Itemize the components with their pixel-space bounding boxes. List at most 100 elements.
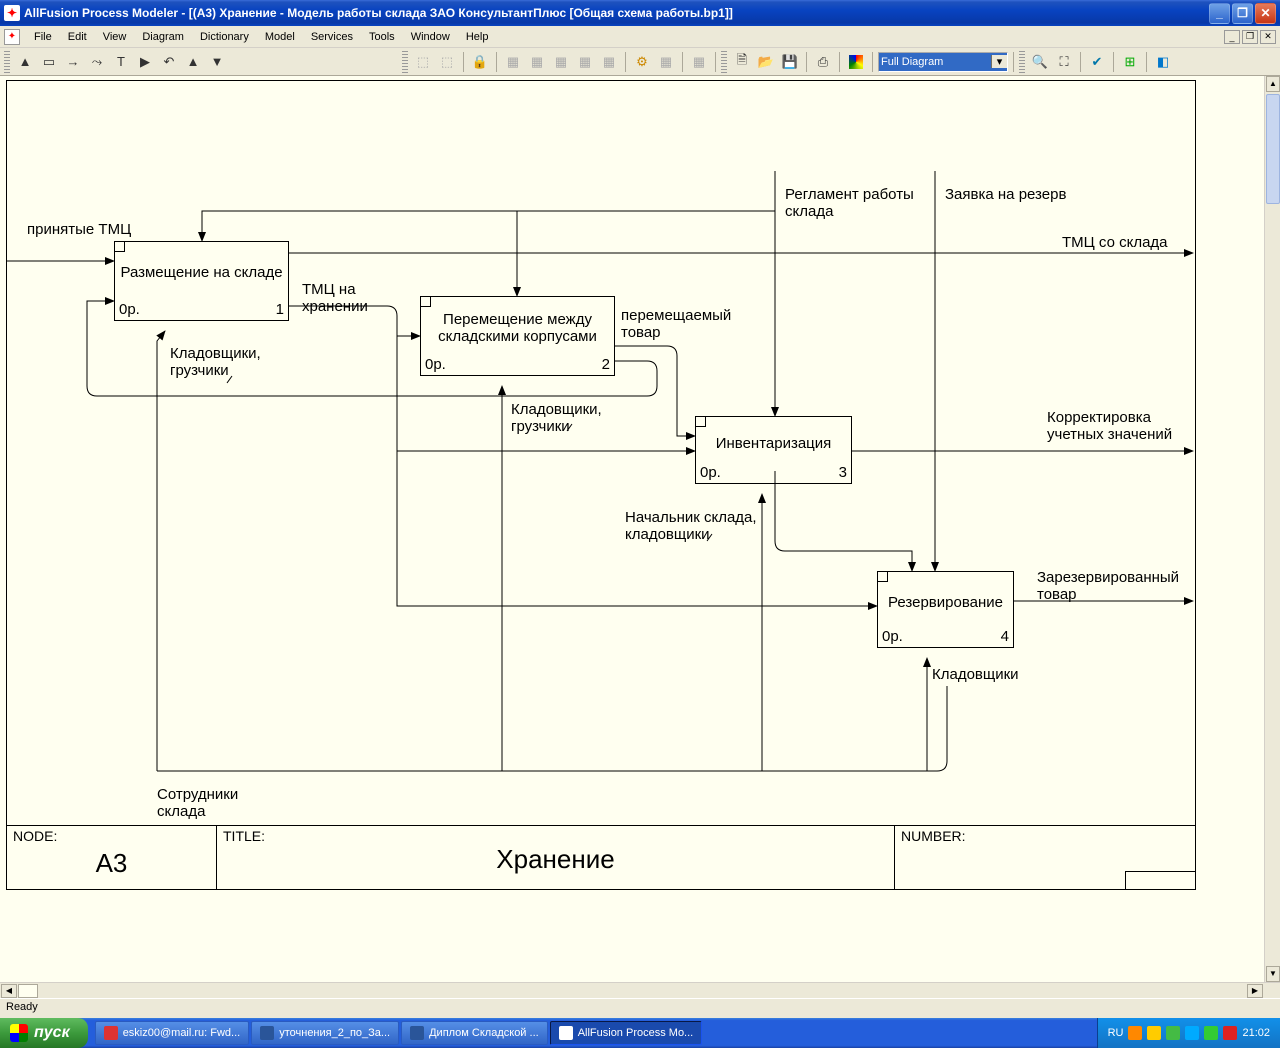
label-input: принятые ТМЦ — [27, 221, 131, 238]
app-icon: ✦ — [4, 5, 20, 21]
minimize-button[interactable]: _ — [1209, 3, 1230, 24]
scroll-left-icon[interactable]: ◀ — [1, 984, 17, 998]
close-button[interactable]: ✕ — [1255, 3, 1276, 24]
tray-icon[interactable] — [1185, 1026, 1199, 1040]
toolbar-grip-3[interactable] — [721, 51, 727, 73]
menu-dictionary[interactable]: Dictionary — [192, 29, 257, 45]
mdi-restore-button[interactable]: ❐ — [1242, 30, 1258, 44]
menu-model[interactable]: Model — [257, 29, 303, 45]
label-mech-4: Кладовщики — [932, 666, 1019, 683]
new-button[interactable]: 🗎 — [731, 51, 753, 73]
taskbar-item-word-1[interactable]: уточнения_2_по_За... — [251, 1021, 399, 1045]
start-button[interactable]: пуск — [0, 1018, 88, 1048]
model-explorer-button[interactable]: ⊞ — [1119, 51, 1141, 73]
zoom-fit-button[interactable]: ⛶ — [1053, 51, 1075, 73]
window-title: AllFusion Process Modeler - [(A3) Хранен… — [24, 6, 1209, 20]
sheet-tab[interactable] — [18, 984, 38, 998]
activity-title: Перемещение между складскими корпусами — [421, 311, 614, 345]
activity-box-3[interactable]: Инвентаризация 0р. 3 — [695, 416, 852, 484]
toolbar-grip-4[interactable] — [1019, 51, 1025, 73]
squiggle-tool-button[interactable]: ⤳ — [86, 51, 108, 73]
taskbar-item-bpwin[interactable]: AllFusion Process Mo... — [550, 1021, 703, 1045]
nav-down-button[interactable]: ▼ — [206, 51, 228, 73]
menu-diagram[interactable]: Diagram — [134, 29, 192, 45]
node-label: NODE: — [13, 828, 210, 844]
palette-button[interactable] — [845, 51, 867, 73]
activity-number: 2 — [602, 356, 610, 373]
tray-avira-icon[interactable] — [1223, 1026, 1237, 1040]
tray-shield-icon[interactable] — [1147, 1026, 1161, 1040]
clock[interactable]: 21:02 — [1242, 1027, 1270, 1039]
zoom-select[interactable]: Full Diagram▾ — [878, 52, 1008, 72]
tray-icon[interactable] — [1128, 1026, 1142, 1040]
zoom-in-button[interactable]: 🔍 — [1029, 51, 1051, 73]
undo-button[interactable]: ↶ — [158, 51, 180, 73]
zoom-select-value: Full Diagram — [881, 56, 943, 68]
language-indicator[interactable]: RU — [1108, 1027, 1124, 1039]
text-tool-button[interactable]: T — [110, 51, 132, 73]
scroll-right-icon[interactable]: ▶ — [1247, 984, 1263, 998]
number-label: NUMBER: — [901, 828, 1189, 844]
toolbar: ▲ ▭ → ⤳ T ▶ ↶ ▲ ▼ ⬚ ⬚ 🔒 ▦ ▦ ▦ ▦ ▦ ⚙ ▦ ▦ … — [0, 48, 1280, 76]
activity-box-2[interactable]: Перемещение между складскими корпусами 0… — [420, 296, 615, 376]
label-control-1: Регламент работы склада — [785, 186, 925, 221]
taskbar-item-opera[interactable]: eskiz00@mail.ru: Fwd... — [95, 1021, 250, 1045]
word-icon — [260, 1026, 274, 1040]
activity-tool-button[interactable]: ▭ — [38, 51, 60, 73]
lock-icon: 🔒 — [469, 51, 491, 73]
report-button[interactable]: ◧ — [1152, 51, 1174, 73]
label-mech-all: Сотрудники склада — [157, 786, 257, 821]
bpwin-icon — [559, 1026, 573, 1040]
open-button[interactable]: 📂 — [755, 51, 777, 73]
activity-cost: 0р. — [425, 356, 446, 373]
save-button[interactable]: 💾 — [779, 51, 801, 73]
horizontal-scrollbar[interactable]: ◀ ▶ — [0, 982, 1280, 998]
windows-flag-icon — [10, 1024, 28, 1042]
scroll-thumb[interactable] — [1266, 94, 1280, 204]
menu-edit[interactable]: Edit — [60, 29, 95, 45]
tb-grey-1: ⬚ — [412, 51, 434, 73]
system-tray[interactable]: RU 21:02 — [1097, 1018, 1280, 1048]
activity-number: 4 — [1001, 628, 1009, 645]
doc-icon: ✦ — [4, 29, 20, 45]
menu-file[interactable]: File — [26, 29, 60, 45]
vertical-scrollbar[interactable]: ▲ ▼ — [1264, 76, 1280, 982]
activity-cost: 0р. — [882, 628, 903, 645]
status-text: Ready — [6, 1001, 38, 1013]
arrow-tool-button[interactable]: → — [62, 51, 84, 73]
scroll-down-icon[interactable]: ▼ — [1266, 966, 1280, 982]
tray-icon[interactable] — [1204, 1026, 1218, 1040]
tb-grey-4: ▦ — [526, 51, 548, 73]
activity-box-4[interactable]: Резервирование 0р. 4 — [877, 571, 1014, 648]
menu-help[interactable]: Help — [458, 29, 497, 45]
menu-services[interactable]: Services — [303, 29, 361, 45]
mdi-minimize-button[interactable]: _ — [1224, 30, 1240, 44]
menu-tools[interactable]: Tools — [361, 29, 403, 45]
toolbar-grip-2[interactable] — [402, 51, 408, 73]
play-button[interactable]: ▶ — [134, 51, 156, 73]
opera-icon — [104, 1026, 118, 1040]
spellcheck-button[interactable]: ✔ — [1086, 51, 1108, 73]
maximize-button[interactable]: ❐ — [1232, 3, 1253, 24]
label-mech-3: Начальник склада, кладовщики — [625, 509, 775, 544]
tb-grey-3: ▦ — [502, 51, 524, 73]
pointer-tool-button[interactable]: ▲ — [14, 51, 36, 73]
label-mech-1: Кладовщики, грузчики — [170, 345, 280, 380]
diagram-canvas[interactable]: Размещение на складе 0р. 1 Перемещение м… — [6, 80, 1196, 890]
diagram-footer: NODE: A3 TITLE: Хранение NUMBER: — [7, 825, 1195, 889]
title-value: Хранение — [223, 844, 888, 887]
tray-icon[interactable] — [1166, 1026, 1180, 1040]
activity-title: Резервирование — [878, 594, 1013, 611]
menu-view[interactable]: View — [95, 29, 135, 45]
nav-up-button[interactable]: ▲ — [182, 51, 204, 73]
workspace: Размещение на складе 0р. 1 Перемещение м… — [0, 76, 1280, 998]
mdi-close-button[interactable]: ✕ — [1260, 30, 1276, 44]
org-chart-button[interactable]: ⚙ — [631, 51, 653, 73]
print-button[interactable]: ⎙ — [812, 51, 834, 73]
taskbar-item-word-2[interactable]: Диплом Складской ... — [401, 1021, 548, 1045]
toolbar-grip[interactable] — [4, 51, 10, 73]
activity-title: Размещение на складе — [115, 264, 288, 281]
scroll-up-icon[interactable]: ▲ — [1266, 76, 1280, 92]
menu-window[interactable]: Window — [403, 29, 458, 45]
activity-box-1[interactable]: Размещение на складе 0р. 1 — [114, 241, 289, 321]
